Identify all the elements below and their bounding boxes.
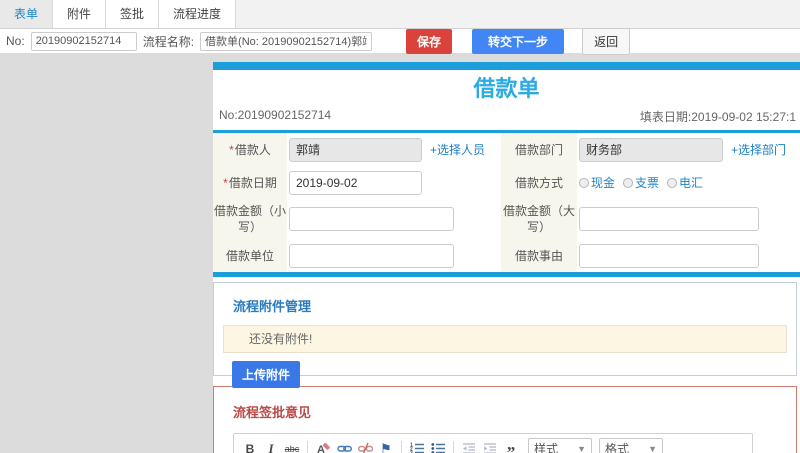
tab-process-progress[interactable]: 流程进度	[159, 0, 237, 28]
blockquote-icon[interactable]: ”	[501, 439, 521, 453]
borrow-method-label: 借款方式	[501, 166, 577, 199]
tab-approval[interactable]: 签批	[106, 0, 160, 28]
form-row-date-method: *借款日期 借款方式 现金 支票 电汇	[213, 166, 800, 199]
borrower-input[interactable]	[289, 137, 422, 162]
anchor-flag-icon[interactable]: ⚑	[376, 439, 396, 453]
back-button[interactable]: 返回	[582, 27, 631, 55]
amount-lower-label: 借款金额（小写）	[213, 199, 287, 239]
attachment-section-title: 流程附件管理	[233, 299, 312, 314]
remove-format-icon[interactable]: A	[313, 439, 333, 453]
radio-wire[interactable]: 电汇	[667, 174, 703, 191]
no-attachments-message: 还没有附件!	[223, 325, 787, 353]
process-name-label: 流程名称:	[142, 34, 195, 49]
form-row-borrower: *借款人 +选择人员 借款部门 +选择部门	[213, 133, 800, 166]
format-dropdown[interactable]: 格式 ▼	[599, 438, 663, 453]
radio-icon[interactable]	[579, 177, 589, 188]
radio-icon[interactable]	[623, 177, 634, 188]
radio-icon[interactable]	[667, 177, 678, 188]
no-input[interactable]	[30, 31, 137, 51]
form-row-unit-reason: 借款单位 借款事由	[213, 239, 800, 272]
panel-header-bar	[213, 62, 800, 70]
outdent-icon[interactable]	[459, 439, 479, 453]
borrow-unit-label: 借款单位	[213, 239, 287, 272]
borrow-reason-input[interactable]	[579, 243, 759, 268]
page-title: 借款单	[473, 76, 540, 101]
attachment-section: 流程附件管理 还没有附件! 上传附件	[213, 282, 797, 388]
required-mark: *	[229, 142, 234, 157]
process-name-input[interactable]	[200, 31, 373, 51]
toolbar-separator	[453, 440, 454, 453]
command-bar: No: 流程名称: 保存 转交下一步 返回	[0, 27, 800, 55]
bulleted-list-icon[interactable]	[428, 439, 448, 453]
form-row-amount: 借款金额（小写） 借款金额（大写）	[213, 199, 800, 239]
editor-toolbar: B I abc A ⚑ 123	[234, 434, 752, 453]
fill-date: 填表日期:2019-09-02 15:27:1	[639, 110, 796, 124]
select-person-link[interactable]: +选择人员	[430, 141, 485, 158]
save-button[interactable]: 保存	[406, 28, 453, 54]
amount-lower-input[interactable]	[289, 207, 454, 231]
doc-meta: No:20190902152714 填表日期:2019-09-02 15:27:…	[213, 108, 800, 125]
approval-section-title: 流程签批意见	[233, 405, 312, 420]
borrow-unit-input[interactable]	[289, 243, 454, 268]
main-panel: 借款单 No:20190902152714 填表日期:2019-09-02 15…	[213, 62, 800, 453]
app-screen: 表单 附件 签批 流程进度 No: 流程名称: 保存 转交下一步 返回 借款单 …	[0, 0, 800, 453]
borrow-reason-label: 借款事由	[501, 239, 577, 272]
link-icon[interactable]	[334, 439, 354, 453]
divider	[213, 272, 800, 277]
radio-cash[interactable]: 现金	[579, 174, 615, 191]
upload-attachment-button[interactable]: 上传附件	[232, 361, 301, 388]
department-label: 借款部门	[501, 133, 577, 166]
chevron-down-icon: ▼	[648, 443, 657, 453]
department-input[interactable]	[579, 137, 723, 162]
approval-section: 流程签批意见 B I abc A ⚑ 1 2 ” 样式 ▼ 格式 ▼	[213, 386, 797, 453]
next-step-button[interactable]: 转交下一步	[472, 28, 565, 54]
tab-attachments[interactable]: 附件	[53, 0, 107, 28]
amount-upper-input[interactable]	[579, 207, 759, 231]
unlink-icon[interactable]	[355, 439, 375, 453]
indent-icon[interactable]	[480, 439, 500, 453]
rich-text-editor: B I abc A ⚑ 123	[233, 433, 753, 453]
strikethrough-icon[interactable]: abc	[282, 439, 302, 453]
bold-icon[interactable]: B	[240, 439, 260, 453]
required-mark: *	[223, 175, 228, 190]
amount-upper-label: 借款金额（大写）	[501, 199, 577, 239]
chevron-down-icon: ▼	[577, 443, 586, 453]
borrow-date-input[interactable]	[289, 170, 422, 195]
toolbar-separator	[401, 440, 402, 453]
ordered-list-icon[interactable]: 123	[407, 439, 427, 453]
borrow-method-group: 现金 支票 电汇	[579, 174, 703, 191]
toolbar-separator	[307, 440, 308, 453]
styles-dropdown[interactable]: 样式 ▼	[528, 438, 592, 453]
italic-icon[interactable]: I	[261, 439, 281, 453]
doc-number: No:20190902152714	[219, 108, 332, 122]
tab-strip: 表单 附件 签批 流程进度	[0, 0, 800, 29]
radio-cheque[interactable]: 支票	[623, 174, 659, 191]
borrower-label: *借款人	[213, 133, 287, 166]
select-department-link[interactable]: +选择部门	[731, 141, 786, 158]
no-label: No:	[6, 34, 25, 48]
tab-form[interactable]: 表单	[0, 0, 54, 28]
borrow-date-label: *借款日期	[213, 166, 287, 199]
